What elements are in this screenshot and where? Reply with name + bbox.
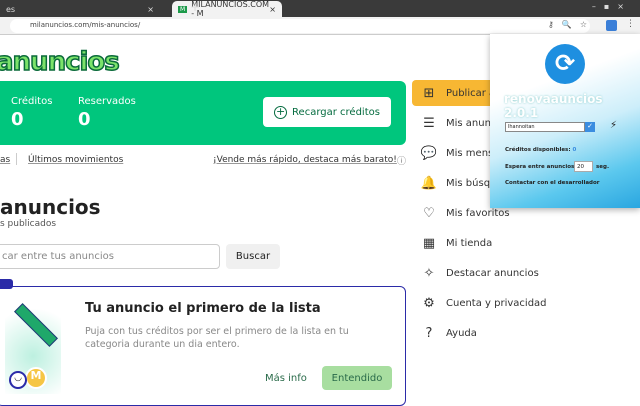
refresh-icon: ⟳ (545, 44, 585, 84)
promo-text: Puja con tus créditos por ser el primero… (85, 326, 349, 350)
sidebar-item-label: Ayuda (446, 327, 477, 339)
plus-circle-icon: + (274, 104, 288, 119)
reservados-value: 0 (78, 109, 91, 130)
tab-title: MILANUNCIOS.COM - M (191, 0, 270, 18)
credits-card: Créditos 0 Reservados 0 + Recargar crédit… (0, 81, 406, 145)
search-placeholder: car entre tus anuncios (2, 251, 114, 262)
seg-label: seg. (596, 164, 610, 170)
user-value: lhannoitan (508, 124, 535, 130)
recargar-button[interactable]: + Recargar créditos (263, 97, 391, 127)
creditos-value: 0 (11, 109, 24, 130)
window-controls[interactable]: –▪× (592, 2, 632, 11)
page-subtitle: s publicados (0, 219, 57, 229)
url-text: milanuncios.com/mis-anuncios/ (30, 21, 141, 29)
dumbbell-icon (14, 303, 58, 347)
contact-link[interactable]: Contactar con el desarrollador (505, 180, 599, 186)
page-title: anuncios (0, 195, 101, 219)
promo-title: Tu anuncio el primero de la lista (85, 301, 321, 316)
plus-square-icon: ⊞ (423, 85, 435, 101)
search-input[interactable]: car entre tus anuncios (0, 244, 220, 269)
reservados-label: Reservados (78, 96, 136, 107)
creditos-label: Créditos disponibles: (505, 147, 571, 153)
entendido-button[interactable]: Entendido (322, 366, 392, 390)
espera-stepper[interactable]: 20 (574, 161, 593, 172)
badge (0, 279, 13, 289)
heart-icon: ♡ (423, 205, 435, 221)
coin-icon: M (25, 367, 47, 389)
divider (16, 153, 17, 165)
sidebar-item-label: Mi tienda (446, 237, 493, 249)
tab-active[interactable]: M MILANUNCIOS.COM - M × (172, 0, 282, 18)
sidebar-item-label: Mis favoritos (446, 207, 510, 219)
bell-icon: 🔔 (420, 175, 438, 191)
logo[interactable]: anuncios (0, 46, 120, 78)
sidebar-item-cuenta[interactable]: ⚙ Cuenta y privacidad (412, 290, 552, 316)
sidebar-item-ayuda[interactable]: ? Ayuda (412, 320, 552, 346)
tab-inactive[interactable]: es × (0, 1, 160, 17)
sidebar-item-label: Cuenta y privacidad (446, 297, 547, 309)
tab-bar: es × M MILANUNCIOS.COM - M × + –▪× (0, 0, 640, 18)
smiley-icon: ◡ (9, 371, 27, 389)
extension-version: 2.0.1 (504, 106, 539, 120)
vende-mas-link[interactable]: ¡Vende más rápido, destaca más barato! (213, 155, 397, 165)
creditos-value: 0 (572, 147, 577, 153)
close-icon[interactable]: × (147, 5, 154, 14)
plug-icon[interactable]: ⚡ (610, 120, 617, 131)
url-input[interactable]: milanuncios.com/mis-anuncios/ (10, 19, 590, 33)
sidebar-item-destacar[interactable]: ✧ Destacar anuncios (412, 260, 552, 286)
illustration-dumbbell-coin: M ◡ (5, 299, 61, 394)
chat-icon: 💬 (420, 145, 438, 161)
buscar-button[interactable]: Buscar (226, 244, 280, 269)
address-bar: milanuncios.com/mis-anuncios/ ⚷🔍☆ ⋮ (0, 17, 640, 35)
espera-label: Espera entre anuncios: (505, 164, 577, 170)
info-icon[interactable]: ⓘ (397, 154, 406, 167)
sidebar-item-tienda[interactable]: ▦ Mi tienda (412, 230, 552, 256)
store-icon: ▦ (422, 235, 436, 251)
ultimos-movimientos-link[interactable]: Últimos movimientos (28, 155, 123, 165)
promo-card: M ◡ Tu anuncio el primero de la lista Pu… (0, 279, 406, 406)
extension-title: renovaauncios 2.0.1 (504, 92, 640, 120)
check-icon[interactable]: ✓ (585, 122, 595, 132)
user-input[interactable]: lhannoitan (505, 122, 585, 132)
favicon-icon: M (178, 5, 188, 13)
list-icon: ☰ (423, 115, 435, 131)
sidebar-item-label: Destacar anuncios (446, 267, 539, 279)
recargar-label: Recargar créditos (292, 106, 380, 118)
extension-icon[interactable] (606, 20, 617, 31)
tab-title: es (6, 4, 16, 14)
creditos-row: Créditos disponibles: 0 (505, 147, 576, 153)
mas-info-link[interactable]: Más info (265, 373, 307, 384)
account-icon: ⚙ (423, 295, 435, 311)
link-left[interactable]: as (0, 155, 10, 165)
extension-name: renovaauncios (504, 92, 603, 106)
help-icon: ? (425, 325, 433, 341)
close-icon[interactable]: × (269, 5, 276, 14)
extension-popup: ⟳ renovaauncios 2.0.1 lhannoitan ✓ ⚡ Cré… (490, 34, 640, 208)
key-icon[interactable]: ⚷🔍☆ (548, 20, 595, 29)
sparkle-icon: ✧ (423, 265, 435, 281)
new-tab-button[interactable]: + (190, 0, 200, 14)
menu-icon[interactable]: ⋮ (626, 19, 635, 29)
creditos-label: Créditos (11, 96, 53, 107)
